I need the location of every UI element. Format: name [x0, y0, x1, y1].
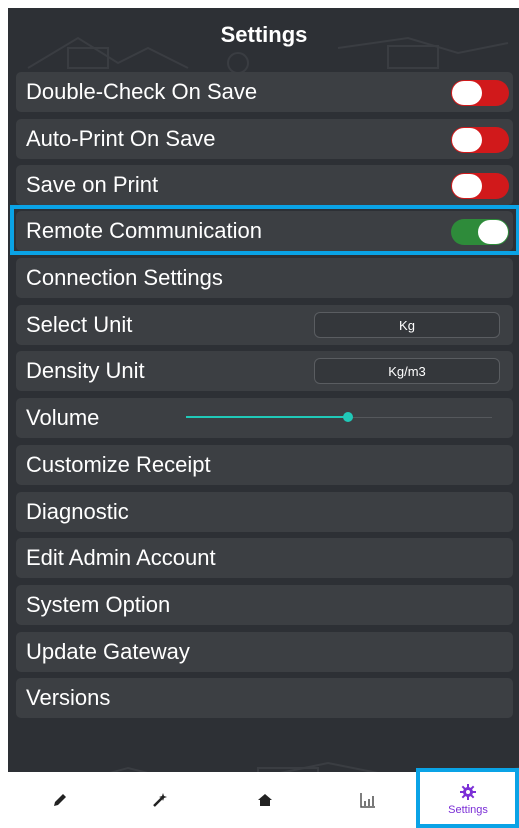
edit-admin-row[interactable]: Edit Admin Account — [16, 538, 513, 578]
select-unit-dropdown[interactable]: Kg — [314, 312, 500, 338]
settings-screen: Settings Double-Check On Save Auto-Print… — [8, 8, 519, 828]
toggle-knob — [452, 174, 482, 198]
auto-print-row: Auto-Print On Save — [16, 119, 513, 159]
customize-receipt-row[interactable]: Customize Receipt — [16, 445, 513, 485]
nav-chart[interactable] — [328, 772, 408, 828]
auto-print-toggle[interactable] — [451, 127, 509, 153]
update-gateway-label: Update Gateway — [26, 639, 190, 664]
nav-edit[interactable] — [20, 772, 100, 828]
versions-row[interactable]: Versions — [16, 678, 513, 718]
toggle-knob — [452, 81, 482, 105]
volume-slider-thumb[interactable] — [343, 412, 353, 422]
pencil-icon — [54, 794, 66, 806]
toggle-knob — [452, 128, 482, 152]
double-check-label: Double-Check On Save — [26, 79, 258, 104]
diagnostic-row[interactable]: Diagnostic — [16, 492, 513, 532]
system-option-label: System Option — [26, 592, 171, 617]
double-check-toggle[interactable] — [451, 80, 509, 106]
update-gateway-row[interactable]: Update Gateway — [16, 632, 513, 672]
select-unit-row: Select Unit Kg — [16, 305, 513, 345]
save-on-print-row: Save on Print — [16, 165, 513, 205]
density-unit-row: Density Unit Kg/m3 — [16, 351, 513, 391]
auto-print-label: Auto-Print On Save — [26, 126, 216, 151]
nav-home[interactable] — [225, 772, 305, 828]
customize-receipt-label: Customize Receipt — [26, 452, 211, 477]
diagnostic-label: Diagnostic — [26, 499, 129, 524]
home-icon — [258, 794, 272, 806]
volume-slider[interactable] — [186, 398, 492, 438]
connection-settings-label: Connection Settings — [26, 265, 223, 290]
volume-slider-fill — [186, 416, 348, 418]
nav-wand[interactable] — [120, 772, 200, 828]
density-unit-label: Density Unit — [26, 358, 145, 383]
double-check-row: Double-Check On Save — [16, 72, 513, 112]
density-unit-dropdown[interactable]: Kg/m3 — [314, 358, 500, 384]
nav-settings-highlight — [416, 768, 519, 828]
volume-row: Volume — [16, 398, 513, 438]
select-unit-label: Select Unit — [26, 312, 133, 337]
versions-label: Versions — [26, 685, 111, 710]
save-on-print-label: Save on Print — [26, 172, 159, 197]
volume-label: Volume — [26, 405, 100, 430]
page-title: Settings — [220, 22, 308, 47]
remote-communication-highlight — [10, 205, 519, 255]
system-option-row[interactable]: System Option — [16, 585, 513, 625]
chart-icon — [360, 793, 375, 808]
save-on-print-toggle[interactable] — [451, 173, 509, 199]
connection-settings-row[interactable]: Connection Settings — [16, 258, 513, 298]
edit-admin-label: Edit Admin Account — [26, 545, 216, 570]
wand-icon — [153, 793, 167, 807]
